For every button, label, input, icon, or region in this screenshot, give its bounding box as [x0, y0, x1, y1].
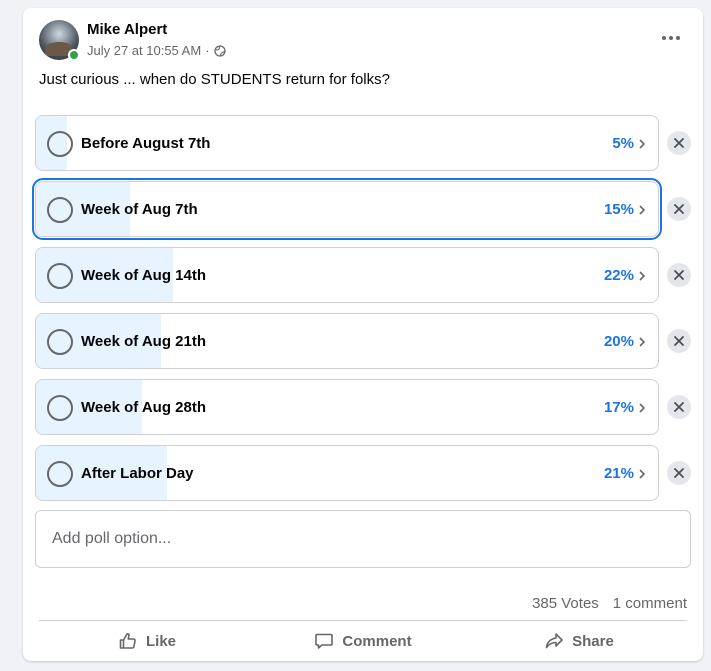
radio-button[interactable] [47, 461, 73, 487]
like-button[interactable]: Like [39, 624, 255, 658]
radio-button[interactable] [47, 329, 73, 355]
author-name[interactable]: Mike Alpert [87, 21, 167, 38]
chevron-right-icon[interactable] [638, 337, 646, 347]
remove-option-button[interactable] [667, 395, 691, 419]
remove-option-button[interactable] [667, 197, 691, 221]
chevron-right-icon[interactable] [638, 139, 646, 149]
comment-button[interactable]: Comment [255, 624, 471, 658]
remove-option-button[interactable] [667, 131, 691, 155]
poll-option[interactable]: Week of Aug 28th 17% [35, 379, 659, 435]
remove-option-button[interactable] [667, 329, 691, 353]
chevron-right-icon[interactable] [638, 271, 646, 281]
poll-option-percent[interactable]: 20% [604, 333, 634, 350]
close-icon [674, 204, 684, 214]
online-status-icon [68, 49, 80, 61]
poll-option[interactable]: Week of Aug 7th 15% [32, 178, 662, 240]
poll-option-percent[interactable]: 21% [604, 465, 634, 482]
radio-button[interactable] [47, 395, 73, 421]
avatar[interactable] [39, 20, 80, 61]
comment-icon [315, 633, 334, 649]
post-meta: July 27 at 10:55 AM · [87, 43, 226, 58]
thumbs-up-icon [119, 633, 136, 649]
post-card: Mike Alpert July 27 at 10:55 AM · Just c… [23, 8, 703, 661]
poll-option-label: Week of Aug 28th [81, 399, 207, 416]
globe-icon[interactable] [213, 44, 226, 57]
poll-option-percent[interactable]: 5% [612, 135, 634, 152]
divider [39, 620, 687, 621]
chevron-right-icon[interactable] [638, 469, 646, 479]
add-poll-option-input[interactable] [35, 510, 691, 568]
post-text: Just curious ... when do STUDENTS return… [39, 71, 390, 88]
like-label: Like [145, 632, 176, 650]
radio-button[interactable] [47, 131, 73, 157]
remove-option-button[interactable] [667, 461, 691, 485]
close-icon [674, 138, 684, 148]
vote-count[interactable]: 385 Votes [532, 595, 599, 612]
poll-option-percent[interactable]: 17% [604, 399, 634, 416]
poll-option[interactable]: Week of Aug 21th 20% [35, 313, 659, 369]
meta-separator: · [205, 43, 210, 58]
comment-label: Comment [342, 632, 412, 650]
poll-option-label: Week of Aug 7th [81, 201, 198, 218]
poll-option-percent[interactable]: 15% [604, 201, 634, 218]
post-stats: 385 Votes 1 comment [532, 595, 687, 612]
radio-button[interactable] [47, 263, 73, 289]
share-label: Share [572, 632, 614, 650]
poll-option-label: Before August 7th [81, 135, 211, 152]
chevron-right-icon[interactable] [638, 403, 646, 413]
chevron-right-icon[interactable] [638, 205, 646, 215]
poll-option[interactable]: Before August 7th 5% [35, 115, 659, 171]
poll-option[interactable]: After Labor Day 21% [35, 445, 659, 501]
comment-count[interactable]: 1 comment [613, 595, 687, 612]
poll-option-percent[interactable]: 22% [604, 267, 634, 284]
poll-option-label: Week of Aug 21th [81, 333, 207, 350]
radio-button[interactable] [47, 197, 73, 223]
poll-option-label: Week of Aug 14th [81, 267, 207, 284]
post-timestamp[interactable]: July 27 at 10:55 AM [87, 43, 201, 58]
action-bar: Like Comment Share [39, 624, 687, 658]
close-icon [674, 468, 684, 478]
poll-option-label: After Labor Day [81, 465, 194, 482]
share-button[interactable]: Share [471, 624, 687, 658]
close-icon [674, 336, 684, 346]
close-icon [674, 402, 684, 412]
more-options-icon[interactable] [659, 30, 683, 46]
poll-option[interactable]: Week of Aug 14th 22% [35, 247, 659, 303]
close-icon [674, 270, 684, 280]
share-icon [545, 633, 563, 649]
remove-option-button[interactable] [667, 263, 691, 287]
